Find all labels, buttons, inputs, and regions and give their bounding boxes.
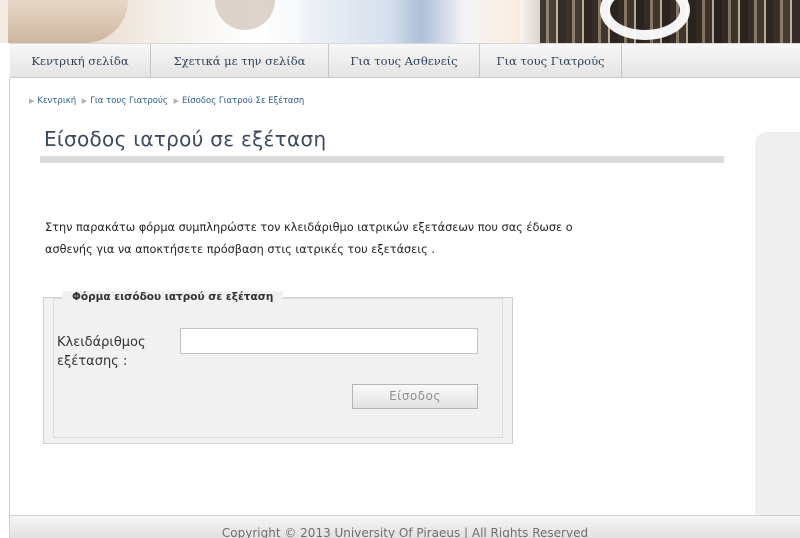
title-underline [40,156,724,163]
footer-copyright: Copyright © 2013 University Of Piraeus |… [221,526,589,538]
nav-item-about[interactable]: Σχετικά με την σελίδα [151,44,329,78]
content-left-border [9,78,10,538]
header-banner [0,0,800,43]
page-title: Είσοδος ιατρού σε εξέταση [44,127,327,151]
breadcrumb-item-current[interactable]: Είσοδος Γιατρού Σε Εξέταση [182,96,304,106]
intro-line: Στην παρακάτω φόρμα συμπληρώστε τον κλει… [45,221,573,234]
exam-key-label: Κλειδάριθμος εξέτασης : [57,333,177,371]
banner-photo-center [300,0,520,43]
nav-item-doctors[interactable]: Για τους Γιατρούς [480,44,622,78]
intro-line: ασθενής για να αποκτήσετε πρόσβαση στις … [45,243,435,256]
banner-photo-left [8,0,128,43]
breadcrumb-item-doctors[interactable]: Για τους Γιατρούς [90,96,168,106]
breadcrumb-arrow-icon: ▶ [173,97,179,105]
footer: Copyright © 2013 University Of Piraeus |… [10,515,800,538]
banner-photo-stethoscope [215,0,275,30]
main-navigation: Κεντρική σελίδα Σχετικά με την σελίδα Γι… [10,43,800,78]
nav-item-home[interactable]: Κεντρική σελίδα [10,44,151,78]
breadcrumb-item-home[interactable]: Κεντρική [37,96,76,106]
exam-key-label-line: Κλειδάριθμος [57,335,146,350]
fieldset-legend: Φόρμα εισόδου ιατρού σε εξέταση [62,291,284,303]
breadcrumb-arrow-icon: ▶ [81,97,88,105]
exam-key-input[interactable] [180,328,478,354]
breadcrumb-arrow-icon: ▶ [29,97,35,105]
exam-key-label-line: εξέτασης : [57,354,128,369]
nav-item-patients[interactable]: Για τους Ασθενείς [329,44,480,78]
breadcrumb: ▶ Κεντρική ▶ Για τους Γιατρούς ▶ Είσοδος Γι… [26,96,304,106]
right-sidebar [755,132,800,517]
intro-text: Στην παρακάτω φόρμα συμπληρώστε τον κλει… [45,217,735,261]
login-submit-button[interactable]: Είσοδος [352,384,478,409]
